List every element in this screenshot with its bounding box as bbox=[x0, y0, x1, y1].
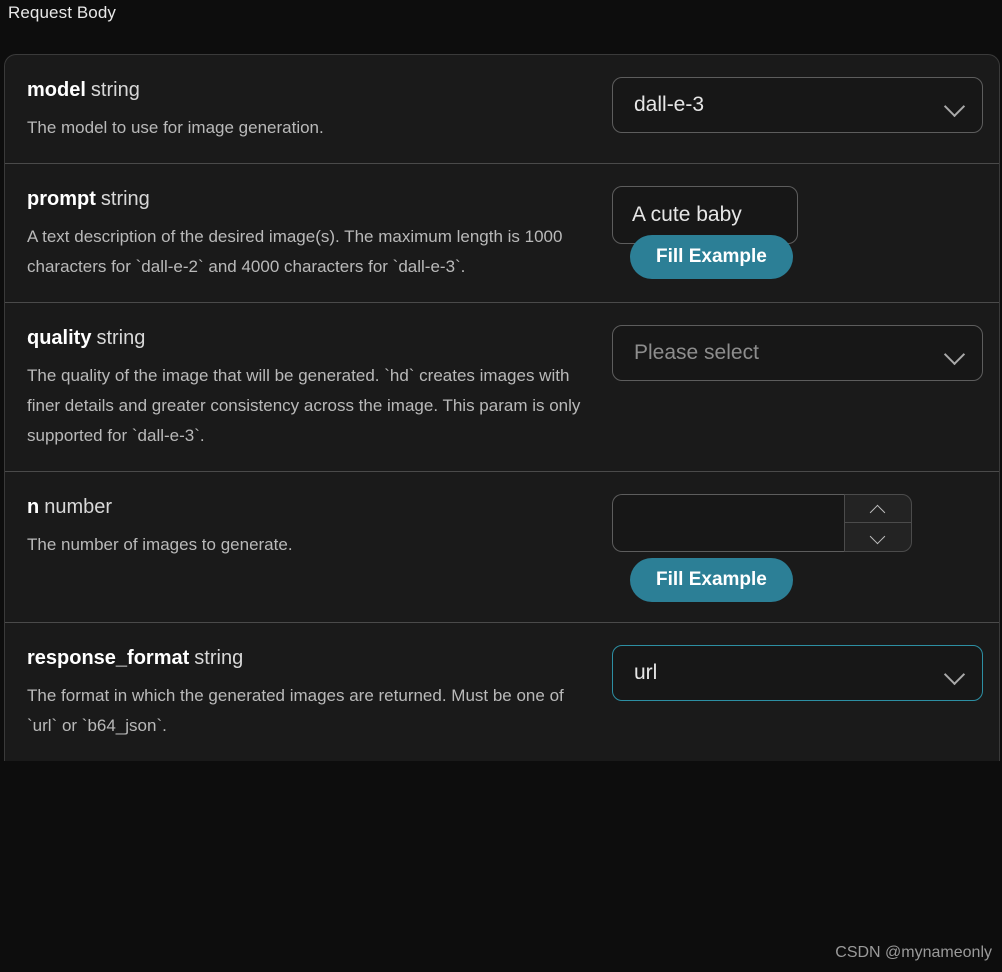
param-name-line-model: model string bbox=[27, 77, 598, 103]
select-response-format[interactable]: url bbox=[612, 645, 983, 701]
chevron-up-icon bbox=[870, 504, 886, 514]
parameters-card: model string The model to use for image g… bbox=[4, 54, 1000, 761]
fill-example-button-prompt[interactable]: Fill Example bbox=[630, 235, 793, 279]
input-prompt-value: A cute baby bbox=[632, 203, 742, 226]
param-row-prompt: prompt string A text description of the d… bbox=[5, 164, 999, 303]
param-type-model: string bbox=[90, 79, 140, 101]
param-info-response-format: response_format string The format in whic… bbox=[27, 645, 612, 741]
param-name-prompt: prompt bbox=[27, 188, 96, 210]
select-quality-value: Please select bbox=[634, 341, 759, 364]
chevron-down-icon bbox=[944, 662, 966, 684]
param-description-n: The number of images to generate. bbox=[27, 535, 293, 554]
param-info-prompt: prompt string A text description of the d… bbox=[27, 186, 612, 282]
param-info-quality: quality string The quality of the image t… bbox=[27, 325, 612, 451]
param-name-line-response-format: response_format string bbox=[27, 645, 598, 671]
param-description-model: The model to use for image generation. bbox=[27, 118, 324, 137]
param-description-response-format: The format in which the generated images… bbox=[27, 686, 564, 735]
number-input-n-field[interactable] bbox=[612, 494, 844, 552]
param-control-response-format: url bbox=[612, 645, 983, 701]
param-info-n: n number The number of images to generate… bbox=[27, 494, 612, 560]
stepper-decrement-button[interactable] bbox=[845, 523, 911, 551]
fill-example-button-n[interactable]: Fill Example bbox=[630, 558, 793, 602]
param-type-response-format: string bbox=[194, 647, 244, 669]
param-name-line-prompt: prompt string bbox=[27, 186, 598, 212]
param-control-quality: Please select bbox=[612, 325, 983, 381]
param-type-prompt: string bbox=[100, 188, 150, 210]
param-name-n: n bbox=[27, 496, 40, 518]
param-name-response-format: response_format bbox=[27, 647, 190, 669]
param-name-line-n: n number bbox=[27, 494, 598, 520]
chevron-down-icon bbox=[870, 532, 886, 542]
stepper-increment-button[interactable] bbox=[845, 495, 911, 523]
page-title: Request Body bbox=[8, 3, 116, 22]
param-description-prompt: A text description of the desired image(… bbox=[27, 227, 563, 276]
select-response-format-value: url bbox=[634, 661, 658, 684]
param-row-response-format: response_format string The format in whic… bbox=[5, 623, 999, 761]
param-name-line-quality: quality string bbox=[27, 325, 598, 351]
param-control-prompt: A cute baby Fill Example bbox=[612, 186, 977, 279]
chevron-down-icon bbox=[944, 342, 966, 364]
select-model[interactable]: dall-e-3 bbox=[612, 77, 983, 133]
param-row-quality: quality string The quality of the image t… bbox=[5, 303, 999, 472]
param-control-model: dall-e-3 bbox=[612, 77, 983, 133]
number-input-n bbox=[612, 494, 912, 552]
select-model-value: dall-e-3 bbox=[634, 93, 705, 116]
chevron-down-icon bbox=[944, 94, 966, 116]
watermark: CSDN @mynameonly bbox=[835, 944, 992, 961]
request-body-panel: Request Body model string The model to us… bbox=[0, 0, 1002, 972]
param-description-quality: The quality of the image that will be ge… bbox=[27, 366, 581, 445]
param-row-n: n number The number of images to generate… bbox=[5, 472, 999, 623]
param-name-model: model bbox=[27, 79, 86, 101]
select-quality[interactable]: Please select bbox=[612, 325, 983, 381]
param-control-n: Fill Example bbox=[612, 494, 977, 602]
param-info-model: model string The model to use for image g… bbox=[27, 77, 612, 143]
number-stepper-n bbox=[844, 494, 912, 552]
param-type-n: number bbox=[44, 496, 113, 518]
param-name-quality: quality bbox=[27, 327, 92, 349]
param-type-quality: string bbox=[96, 327, 146, 349]
param-row-model: model string The model to use for image g… bbox=[5, 55, 999, 164]
